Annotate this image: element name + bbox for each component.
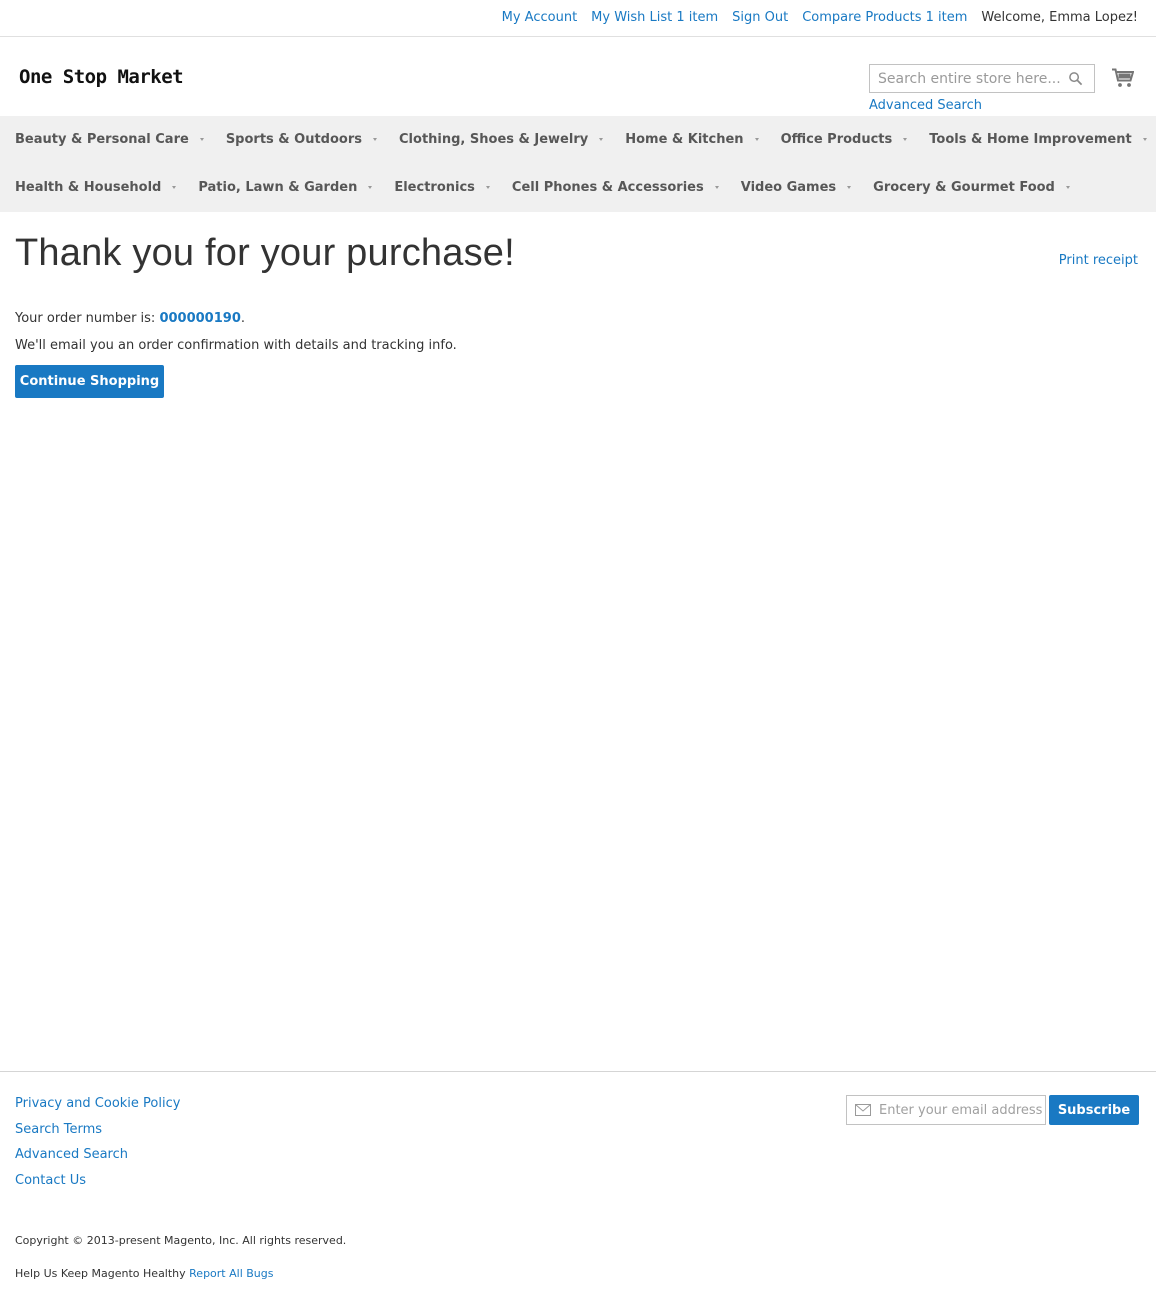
- nav-item-clothing-shoes-jewelry[interactable]: Clothing, Shoes & Jewelry: [399, 132, 625, 147]
- order-number-link[interactable]: 000000190: [159, 311, 240, 326]
- chevron-down-icon: [754, 138, 759, 141]
- top-links-bar: My Account My Wish List 1 item Sign Out …: [0, 0, 1156, 37]
- order-number-line: Your order number is: 000000190.: [15, 311, 245, 326]
- nav-item-patio-lawn-garden[interactable]: Patio, Lawn & Garden: [198, 180, 394, 195]
- header-links: My Account My Wish List 1 item Sign Out …: [502, 10, 1138, 25]
- footer: Privacy and Cookie Policy Search Terms A…: [0, 1071, 1156, 1302]
- nav-item-label: Clothing, Shoes & Jewelry: [399, 132, 589, 147]
- footer-links: Privacy and Cookie Policy Search Terms A…: [15, 1096, 180, 1198]
- nav-item-sports-outdoors[interactable]: Sports & Outdoors: [226, 132, 399, 147]
- nav-item-home-kitchen[interactable]: Home & Kitchen: [625, 132, 780, 147]
- chevron-down-icon: [368, 186, 373, 189]
- cart-icon[interactable]: [1112, 68, 1134, 88]
- footer-link-item: Contact Us: [15, 1173, 180, 1199]
- store-logo[interactable]: One Stop Market: [19, 66, 184, 88]
- chevron-down-icon: [714, 186, 719, 189]
- chevron-down-icon: [599, 138, 604, 141]
- nav-item-label: Beauty & Personal Care: [15, 132, 189, 147]
- nav-item-grocery-gourmet-food[interactable]: Grocery & Gourmet Food: [873, 180, 1092, 195]
- nav-item-video-games[interactable]: Video Games: [741, 180, 873, 195]
- copyright-text: Copyright © 2013-present Magento, Inc. A…: [15, 1234, 347, 1247]
- compare-products-link[interactable]: Compare Products 1 item: [802, 10, 967, 25]
- print-receipt-link[interactable]: Print receipt: [1059, 253, 1138, 268]
- category-nav: Beauty & Personal Care Sports & Outdoors…: [0, 116, 1156, 212]
- order-number-label: Your order number is:: [15, 311, 160, 326]
- footer-link-item: Search Terms: [15, 1122, 180, 1148]
- wish-list-link[interactable]: My Wish List 1 item: [591, 10, 718, 25]
- advanced-search-link[interactable]: Advanced Search: [869, 98, 982, 113]
- report-bugs-link[interactable]: Report All Bugs: [189, 1267, 273, 1280]
- nav-item-office-products[interactable]: Office Products: [781, 132, 930, 147]
- chevron-down-icon: [199, 138, 204, 141]
- help-text: Help Us Keep Magento Healthy: [15, 1267, 190, 1280]
- nav-row-1: Beauty & Personal Care Sports & Outdoors…: [15, 132, 1156, 147]
- order-number-suffix: .: [240, 311, 246, 326]
- nav-item-label: Electronics: [394, 180, 475, 195]
- nav-item-label: Grocery & Gourmet Food: [873, 180, 1055, 195]
- newsletter-email-input[interactable]: [879, 1096, 1043, 1124]
- nav-item-label: Office Products: [780, 132, 893, 147]
- privacy-cookie-policy-link[interactable]: Privacy and Cookie Policy: [15, 1096, 180, 1111]
- nav-item-label: Health & Household: [15, 180, 162, 195]
- nav-item-tools-home-improvement[interactable]: Tools & Home Improvement: [929, 132, 1156, 147]
- chevron-down-icon: [485, 186, 490, 189]
- subscribe-button[interactable]: Subscribe: [1049, 1095, 1139, 1125]
- mail-icon: [855, 1104, 871, 1116]
- contact-us-link[interactable]: Contact Us: [15, 1173, 86, 1188]
- search-box: [869, 64, 1095, 93]
- nav-item-label: Video Games: [740, 180, 837, 195]
- nav-item-beauty-personal-care[interactable]: Beauty & Personal Care: [15, 132, 226, 147]
- chevron-down-icon: [1065, 186, 1070, 189]
- nav-item-label: Tools & Home Improvement: [929, 132, 1132, 147]
- search-input[interactable]: [870, 65, 1060, 92]
- chevron-down-icon: [1142, 138, 1147, 141]
- search-icon[interactable]: [1068, 71, 1083, 86]
- my-account-link[interactable]: My Account: [502, 10, 578, 25]
- search-terms-link[interactable]: Search Terms: [15, 1122, 102, 1137]
- nav-row-2: Health & Household Patio, Lawn & Garden …: [15, 180, 1092, 195]
- sign-out-link[interactable]: Sign Out: [732, 10, 788, 25]
- nav-item-label: Patio, Lawn & Garden: [198, 180, 358, 195]
- report-bugs-line: Help Us Keep Magento Healthy Report All …: [15, 1267, 273, 1280]
- email-confirmation-message: We'll email you an order confirmation wi…: [15, 338, 457, 353]
- nav-item-health-household[interactable]: Health & Household: [15, 180, 198, 195]
- footer-link-item: Privacy and Cookie Policy: [15, 1096, 180, 1122]
- chevron-down-icon: [373, 138, 378, 141]
- chevron-down-icon: [847, 186, 852, 189]
- newsletter-field: [846, 1095, 1046, 1125]
- nav-item-label: Home & Kitchen: [625, 132, 744, 147]
- nav-item-electronics[interactable]: Electronics: [394, 180, 512, 195]
- nav-item-label: Cell Phones & Accessories: [511, 180, 704, 195]
- footer-advanced-search-link[interactable]: Advanced Search: [15, 1147, 128, 1162]
- continue-shopping-button[interactable]: Continue Shopping: [15, 365, 164, 398]
- welcome-message: Welcome, Emma Lopez!: [981, 10, 1138, 25]
- chevron-down-icon: [172, 186, 177, 189]
- nav-item-label: Sports & Outdoors: [225, 132, 363, 147]
- chevron-down-icon: [903, 138, 908, 141]
- footer-link-item: Advanced Search: [15, 1147, 180, 1173]
- nav-item-cell-phones-accessories[interactable]: Cell Phones & Accessories: [512, 180, 741, 195]
- page-title: Thank you for your purchase!: [15, 232, 515, 274]
